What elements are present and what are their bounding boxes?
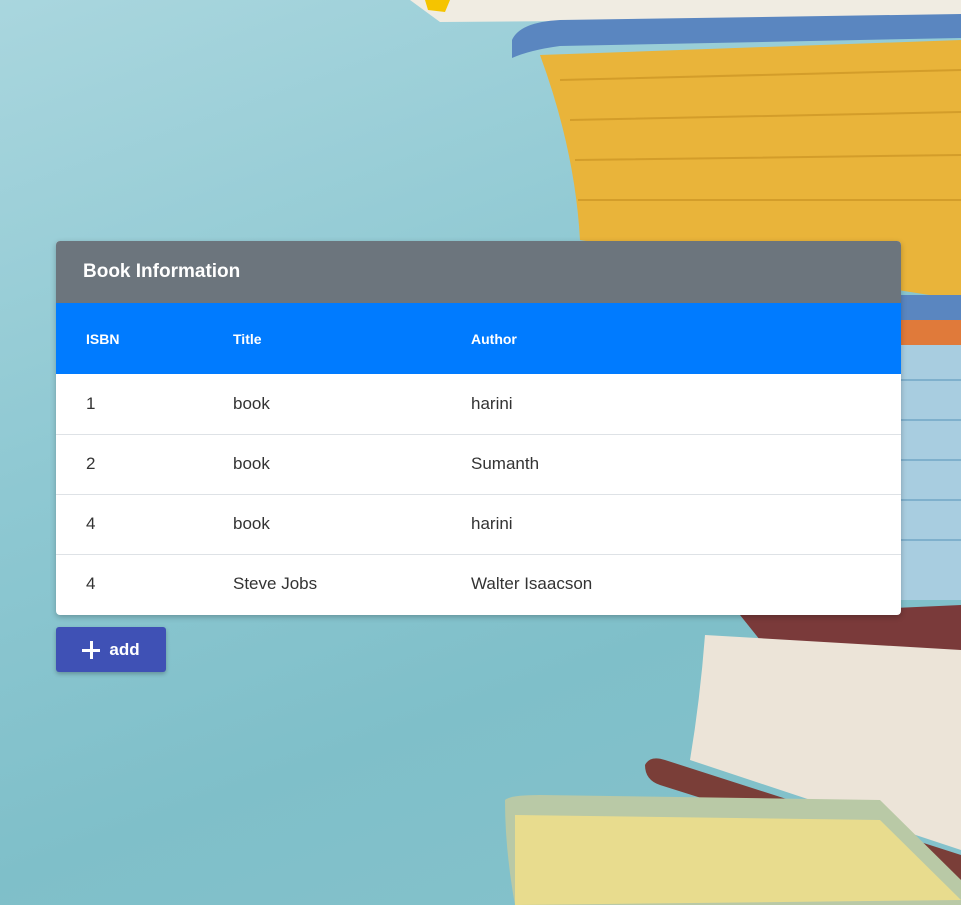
add-button-label: add (109, 639, 140, 659)
table-row: 4 book harini (56, 494, 901, 554)
cell-isbn: 4 (86, 514, 96, 533)
plus-icon (82, 640, 101, 659)
card-title: Book Information (83, 261, 241, 282)
cell-author: harini (471, 514, 513, 533)
book-information-card: Book Information ISBN Title Author 1 boo… (56, 241, 901, 615)
table-row: 1 book harini (56, 374, 901, 434)
add-button[interactable]: add (56, 627, 166, 672)
column-header-title: Title (233, 330, 262, 347)
cell-title: Steve Jobs (233, 574, 318, 594)
cell-author: harini (471, 393, 513, 413)
cell-isbn: 4 (86, 574, 96, 594)
cell-title: book (233, 454, 270, 473)
cell-isbn: 1 (86, 393, 96, 413)
column-header-isbn: ISBN (86, 330, 120, 347)
cell-isbn: 2 (86, 454, 96, 473)
page: Book Information ISBN Title Author 1 boo… (0, 0, 961, 905)
cell-title: book (233, 514, 270, 533)
column-header-author: Author (471, 330, 517, 347)
table-header-row: ISBN Title Author (56, 303, 901, 374)
table-row: 2 book Sumanth (56, 434, 901, 494)
cell-title: book (233, 393, 270, 413)
cell-author: Sumanth (471, 454, 540, 473)
cell-author: Walter Isaacson (471, 574, 593, 594)
books-table: ISBN Title Author 1 book harini 2 book S… (56, 303, 901, 614)
card-header: Book Information (56, 241, 901, 303)
table-row: 4 Steve Jobs Walter Isaacson (56, 554, 901, 614)
